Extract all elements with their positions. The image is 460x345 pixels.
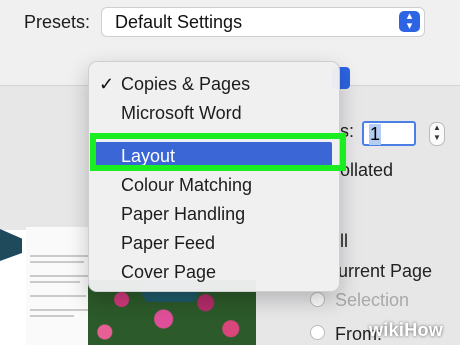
- menu-item-label: Cover Page: [121, 262, 217, 282]
- menu-item-colour-matching[interactable]: Colour Matching: [89, 171, 339, 199]
- checkmark-icon: ✓: [99, 74, 115, 94]
- presets-label: Presets:: [24, 12, 91, 32]
- print-section-menu: ✓ Copies & Pages Microsoft Word Layout C…: [88, 61, 340, 292]
- preview-page: [26, 227, 93, 345]
- menu-item-label: Paper Handling: [121, 204, 246, 224]
- presets-value: Default Settings: [115, 12, 243, 32]
- pages-current-label: urrent Page: [338, 261, 433, 281]
- layout-highlight-annotation: [90, 133, 346, 171]
- menu-item-label: Copies & Pages: [121, 74, 251, 94]
- menu-item-paper-handling[interactable]: Paper Handling: [89, 200, 339, 228]
- watermark-logo: wikiHow: [369, 320, 444, 340]
- menu-item-cover-page[interactable]: Cover Page: [89, 258, 339, 286]
- presets-select[interactable]: Default Settings ▴ ▾: [101, 7, 425, 37]
- menu-item-label: Microsoft Word: [121, 103, 242, 123]
- collated-label: ollated: [340, 160, 394, 180]
- presets-chevron-icon[interactable]: ▴ ▾: [399, 11, 420, 32]
- copies-value: 1: [369, 124, 382, 145]
- menu-item-label: Colour Matching: [121, 175, 253, 195]
- menu-item-label: Paper Feed: [121, 233, 216, 253]
- from-radio[interactable]: [310, 325, 325, 340]
- menu-item-paper-feed[interactable]: Paper Feed: [89, 229, 339, 257]
- selection-radio[interactable]: [310, 292, 325, 307]
- copies-input[interactable]: 1: [362, 121, 416, 146]
- pages-all-label: ll: [340, 231, 348, 251]
- selection-label: Selection: [335, 290, 410, 310]
- copies-stepper[interactable]: ▲ ▼: [429, 122, 445, 146]
- menu-item-microsoft-word[interactable]: Microsoft Word: [89, 99, 339, 127]
- menu-item-copies-pages[interactable]: ✓ Copies & Pages: [89, 70, 339, 98]
